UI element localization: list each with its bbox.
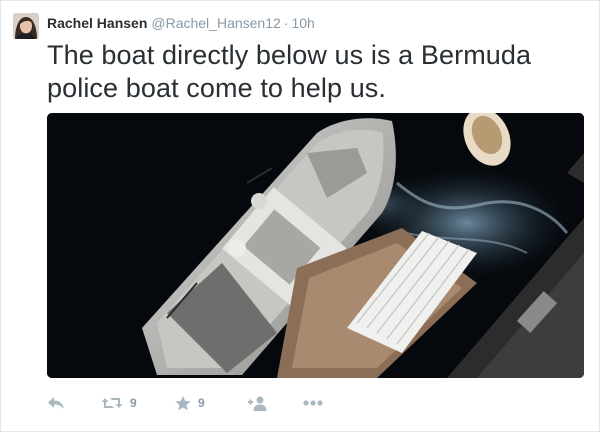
tweet-card: Rachel Hansen @Rachel_Hansen12 · 10h The bo… — [0, 0, 600, 432]
more-icon — [303, 400, 323, 406]
timestamp[interactable]: 10h — [291, 15, 314, 31]
tweet-actions: 9 9 — [47, 393, 367, 413]
reply-icon — [47, 396, 65, 410]
retweet-icon — [101, 396, 123, 410]
author-name[interactable]: Rachel Hansen — [47, 15, 147, 31]
retweet-count: 9 — [130, 396, 137, 410]
tweet-text: The boat directly below us is a Bermuda … — [47, 40, 532, 103]
follow-button[interactable] — [247, 393, 267, 413]
retweet-button[interactable]: 9 — [101, 393, 137, 413]
favorite-count: 9 — [198, 396, 205, 410]
tweet-photo[interactable] — [47, 113, 584, 378]
favorite-button[interactable]: 9 — [175, 393, 205, 413]
more-button[interactable] — [303, 393, 323, 413]
star-icon — [175, 395, 191, 411]
reply-button[interactable] — [47, 393, 65, 413]
separator-dot: · — [283, 15, 289, 31]
author-handle[interactable]: @Rachel_Hansen12 — [151, 15, 280, 31]
tweet-header: Rachel Hansen @Rachel_Hansen12 · 10h — [47, 15, 315, 31]
avatar[interactable] — [13, 13, 39, 39]
boat-photo-image — [47, 113, 584, 378]
follow-icon — [247, 396, 267, 411]
